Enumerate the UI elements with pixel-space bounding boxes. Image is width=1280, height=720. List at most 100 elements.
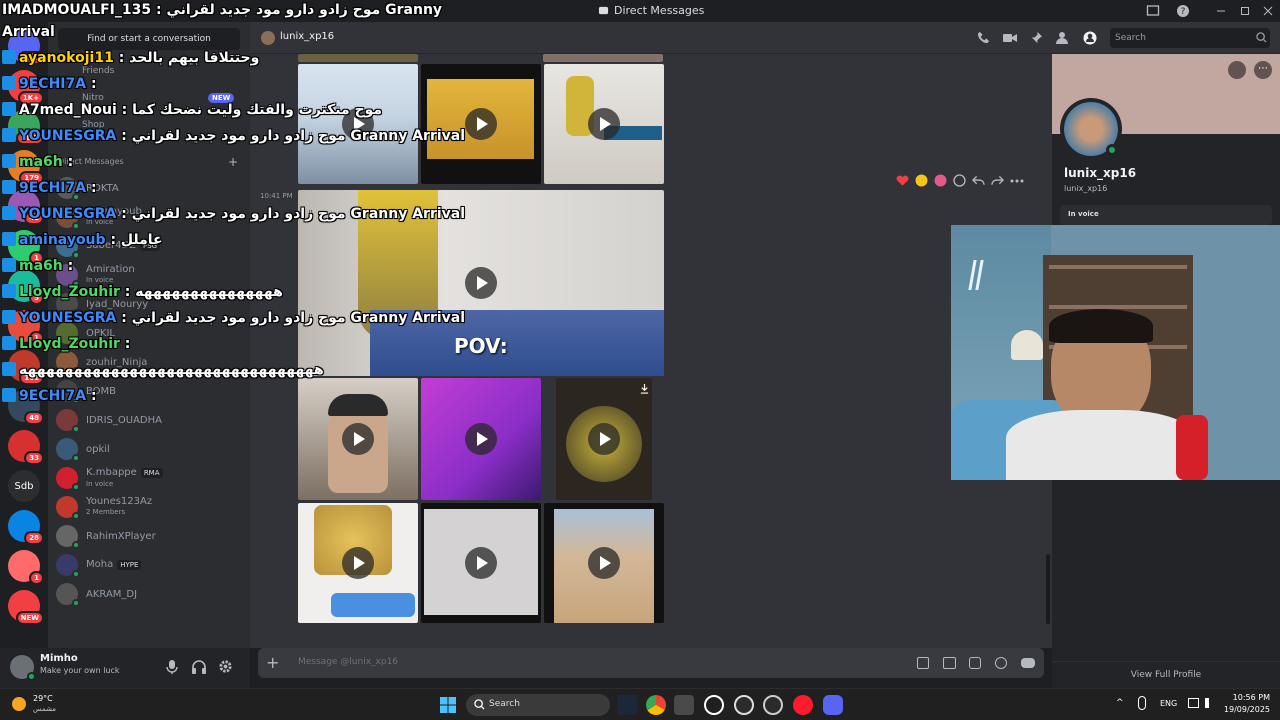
minimize-button[interactable]	[1214, 4, 1228, 18]
overlay-heading: IMADMOUALFI_135 : موح زادو دارو مود جديد…	[2, 2, 442, 18]
discord-taskbar-icon[interactable]	[823, 695, 843, 715]
chat-search-input[interactable]: Search	[1110, 28, 1270, 48]
media-thumbnail[interactable]	[543, 54, 663, 62]
play-icon[interactable]	[342, 547, 374, 579]
server-icon[interactable]: Sdb	[8, 470, 40, 502]
tray-mic-icon[interactable]	[1138, 696, 1146, 710]
tray-chevron-icon[interactable]: ^	[1116, 698, 1124, 708]
gift-icon[interactable]	[917, 657, 929, 669]
forward-icon[interactable]	[991, 175, 1004, 187]
dm-item[interactable]: IDRIS_OUADHA	[56, 406, 244, 434]
headphones-icon[interactable]	[192, 659, 206, 675]
pin-icon[interactable]	[1030, 31, 1043, 44]
tray-monitor-icon[interactable]	[1188, 698, 1199, 708]
play-icon[interactable]	[588, 547, 620, 579]
play-icon[interactable]	[465, 267, 497, 299]
profile-avatar[interactable]	[1060, 98, 1122, 160]
server-icon[interactable]: NEW	[8, 590, 44, 625]
clock-time[interactable]: 10:56 PM	[1226, 693, 1270, 702]
gif-icon[interactable]	[943, 657, 956, 669]
server-icon[interactable]: 28	[8, 510, 44, 545]
dm-item[interactable]: RahimXPlayer	[56, 522, 244, 550]
twitch-badge-icon	[2, 50, 16, 64]
scrollbar-thumb[interactable]	[1046, 554, 1050, 624]
activity-icon[interactable]	[1021, 658, 1035, 668]
weather-sun-icon[interactable]	[12, 697, 26, 711]
dm-item[interactable]: AKRAM_DJ	[56, 580, 244, 608]
overlay-username: ma6h	[19, 154, 63, 170]
user-name: Mimho	[40, 653, 78, 664]
more-options-icon[interactable]: ⋯	[1254, 61, 1272, 79]
dm-name: IDRIS_OUADHA	[86, 414, 162, 426]
video-call-icon[interactable]	[1003, 32, 1017, 44]
play-icon[interactable]	[588, 108, 620, 140]
server-icon[interactable]: 1	[8, 550, 44, 585]
play-icon[interactable]	[465, 108, 497, 140]
video-thumbnail[interactable]	[298, 503, 418, 623]
chrome-icon[interactable]	[646, 695, 666, 715]
message-input[interactable]: Message @lunix_xp16	[298, 657, 398, 667]
twitch-badge-icon	[2, 362, 16, 376]
dm-item[interactable]: Younes123Az 2 Members	[56, 493, 244, 521]
help-icon[interactable]: ?	[1176, 4, 1190, 18]
app-icon[interactable]	[674, 695, 694, 715]
emoji-icon[interactable]	[995, 657, 1007, 669]
voice-call-icon[interactable]	[977, 31, 990, 44]
video-thumbnail[interactable]	[421, 64, 541, 184]
user-profile-icon[interactable]	[1083, 31, 1097, 45]
dm-item[interactable]: opkil	[56, 435, 244, 463]
overlay-message: : موح زادو دارو مود جديد لقراني Granny A…	[121, 128, 466, 144]
server-icon[interactable]: 33	[8, 430, 44, 465]
play-icon[interactable]	[465, 423, 497, 455]
sticker-icon[interactable]	[969, 657, 981, 669]
taskbar-search[interactable]: Search	[466, 694, 610, 716]
video-thumbnail[interactable]	[421, 503, 541, 623]
close-button[interactable]	[1261, 4, 1275, 18]
view-full-profile-link[interactable]: View Full Profile	[1052, 661, 1280, 688]
attach-plus-icon[interactable]: +	[266, 653, 279, 672]
laugh-reaction-icon[interactable]	[915, 174, 928, 187]
overlay-chat-line: 9ECHI7A :	[2, 180, 97, 196]
download-icon[interactable]	[640, 384, 649, 394]
overlay-username: A7med_Noui	[19, 102, 117, 118]
voice-status-card[interactable]: In voice	[1060, 205, 1272, 225]
add-friends-icon[interactable]	[1056, 31, 1070, 44]
play-icon[interactable]	[342, 423, 374, 455]
chatgpt-icon[interactable]	[704, 695, 724, 715]
inbox-button[interactable]	[1146, 4, 1160, 18]
friend-action-icon[interactable]	[1228, 61, 1246, 79]
dm-avatar	[56, 525, 80, 549]
app-icon[interactable]	[763, 695, 783, 715]
dm-name-line: Moha HYPE	[86, 559, 142, 571]
maximize-button[interactable]	[1238, 4, 1252, 18]
overlay-chat-line: YOUNESGRA : موح زادو دارو مود جديد لقران…	[2, 310, 465, 326]
app-icon[interactable]	[734, 695, 754, 715]
add-reaction-icon[interactable]	[953, 174, 966, 187]
steam-icon[interactable]	[617, 695, 637, 715]
play-icon[interactable]	[465, 547, 497, 579]
user-avatar[interactable]	[10, 655, 36, 681]
dm-item[interactable]: Moha HYPE	[56, 551, 244, 579]
play-icon[interactable]	[588, 423, 620, 455]
weather-temp[interactable]: 29°C	[33, 694, 53, 703]
opera-icon[interactable]	[793, 695, 813, 715]
video-thumbnail[interactable]	[544, 503, 664, 623]
start-menu-icon[interactable]	[440, 697, 456, 713]
overlay-username: YOUNESGRA	[19, 206, 117, 222]
stream-chat-overlay: IMADMOUALFI_135 : موح زادو دارو مود جديد…	[0, 0, 465, 410]
more-options-icon[interactable]	[1010, 179, 1024, 183]
video-thumbnail[interactable]	[544, 64, 664, 184]
language-indicator[interactable]: ENG	[1160, 699, 1177, 708]
dm-item[interactable]: K.mbappe RMA In voice	[56, 464, 244, 492]
mic-icon[interactable]	[165, 659, 179, 675]
reply-icon[interactable]	[972, 175, 985, 187]
tray-volume-icon[interactable]	[1205, 698, 1216, 708]
gear-icon[interactable]	[218, 659, 233, 674]
clock-date[interactable]: 19/09/2025	[1222, 705, 1270, 714]
streamer-webcam	[951, 225, 1280, 480]
hearts-reaction-icon[interactable]	[934, 174, 947, 187]
dm-tag: RMA	[140, 467, 163, 478]
video-thumbnail[interactable]	[556, 378, 652, 500]
video-thumbnail[interactable]	[421, 378, 541, 500]
heart-reaction-icon[interactable]	[896, 175, 909, 187]
